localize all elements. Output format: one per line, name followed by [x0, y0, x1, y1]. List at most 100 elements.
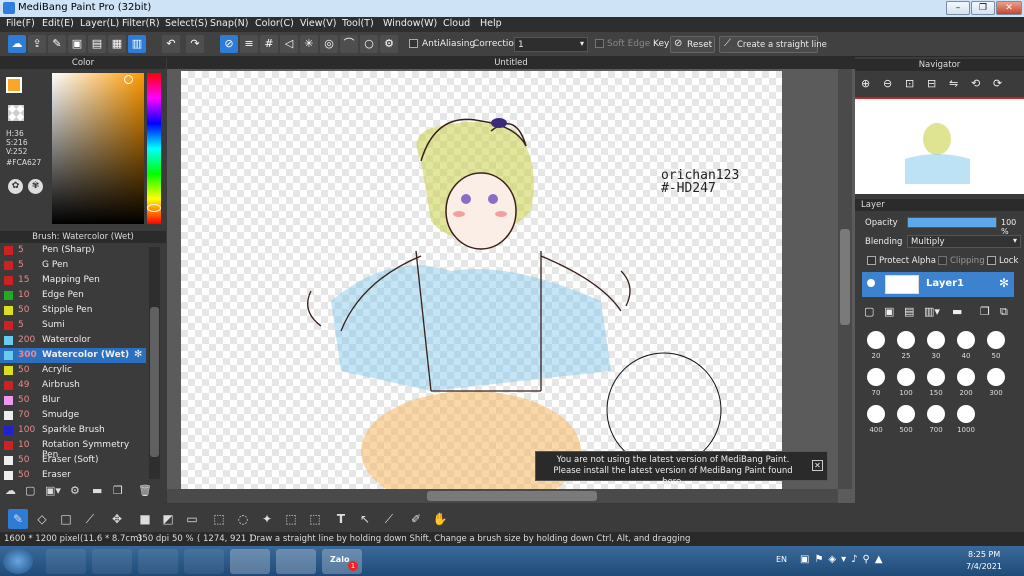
select-tool-icon[interactable]: ⬚ [209, 509, 229, 529]
menu-file[interactable]: File(F) [6, 18, 35, 29]
menu-cloud[interactable]: Cloud [443, 18, 470, 29]
brush-size-dot[interactable] [867, 368, 885, 386]
canvas-tab[interactable]: Untitled [167, 57, 855, 69]
fit-icon[interactable]: ⊡ [905, 77, 914, 90]
select-eraser-tool-icon[interactable]: ⬚ [305, 509, 325, 529]
horizontal-scroll-thumb[interactable] [427, 491, 597, 501]
brush-size-dot[interactable] [987, 368, 1005, 386]
vanishing-snap-icon[interactable]: ◁ [280, 35, 298, 53]
internet-explorer-icon[interactable] [138, 549, 178, 574]
close-button[interactable]: ✕ [996, 1, 1022, 15]
brush-size-dot[interactable] [957, 331, 975, 349]
file-explorer-icon[interactable] [46, 549, 86, 574]
foreground-color-swatch[interactable] [6, 77, 22, 93]
upload-icon[interactable]: ⇪ [28, 35, 46, 53]
layer-visibility-icon[interactable] [867, 279, 875, 287]
brush-list-item[interactable]: 49 Airbrush [0, 378, 146, 393]
brush-size-dot[interactable] [927, 368, 945, 386]
menu-select[interactable]: Select(S) [165, 18, 208, 29]
minimize-button[interactable]: – [946, 1, 970, 15]
brush-list-item[interactable]: 10 Rotation Symmetry Pen [0, 438, 146, 460]
clipping-checkbox[interactable] [938, 256, 947, 265]
menu-window[interactable]: Window(W) [383, 18, 437, 29]
menu-edit[interactable]: Edit(E) [42, 18, 74, 29]
correction-select[interactable]: 1 ▾ [514, 37, 588, 52]
copy-brush-icon[interactable]: ❐ [113, 484, 129, 500]
brush-size-dot[interactable] [927, 405, 945, 423]
media-player-icon[interactable] [92, 549, 132, 574]
zoom-out-icon[interactable]: ⊖ [883, 77, 892, 90]
brush-settings-icon[interactable]: ⚙ [70, 484, 86, 500]
chrome-icon[interactable] [184, 549, 224, 574]
brush-size-dot[interactable] [867, 405, 885, 423]
hue-slider-handle[interactable] [147, 204, 161, 212]
brush-list-item[interactable]: 50 Stipple Pen [0, 303, 146, 318]
brush-list-item[interactable]: 10 Edge Pen [0, 288, 146, 303]
layer-row[interactable]: Layer1 ✻ [862, 272, 1014, 297]
redo-icon[interactable]: ↷ [186, 35, 204, 53]
soft-edge-checkbox[interactable] [595, 39, 604, 48]
brush-size-dot[interactable] [897, 405, 915, 423]
rotate-reset-icon[interactable]: ⟳ [993, 77, 1002, 90]
clock-date[interactable]: 7/4/2021 [966, 562, 1002, 571]
brush-list-item[interactable]: 5 Pen (Sharp) [0, 243, 146, 258]
merge-layer-icon[interactable]: ⧉ [1000, 305, 1008, 319]
menu-snap[interactable]: Snap(N) [210, 18, 248, 29]
brush-list-item[interactable]: 70 Smudge [0, 408, 146, 423]
picker-cursor[interactable] [124, 75, 133, 84]
text-tool-icon[interactable]: T [331, 509, 351, 529]
layer-settings-icon[interactable]: ✻ [999, 276, 1009, 290]
lasso-tool-icon[interactable]: ◌ [233, 509, 253, 529]
material-icon[interactable]: ▣ [68, 35, 86, 53]
gradient-tool-icon[interactable]: ▭ [182, 509, 202, 529]
radial-snap-icon[interactable]: ✳ [300, 35, 318, 53]
page-icon[interactable]: ▤ [88, 35, 106, 53]
paint-task-icon[interactable] [276, 549, 316, 574]
opacity-slider[interactable] [907, 217, 997, 228]
start-button[interactable] [3, 548, 33, 574]
brush-size-dot[interactable] [867, 331, 885, 349]
brush-folder-icon[interactable]: ▬ [92, 484, 108, 500]
clock-time[interactable]: 8:25 PM [968, 550, 1000, 559]
palette-alt-icon[interactable]: ✾ [28, 179, 43, 194]
select-pen-tool-icon[interactable]: ⬚ [281, 509, 301, 529]
maximize-button[interactable]: ❐ [971, 1, 995, 15]
close-notification-icon[interactable]: ✕ [812, 460, 823, 471]
brush-list-item[interactable]: 300 Watercolor (Wet) ✻ [0, 348, 146, 363]
brush-list-item[interactable]: 50 Acrylic [0, 363, 146, 378]
duplicate-layer-icon[interactable]: ❐ [980, 305, 990, 318]
brush-list-item[interactable]: 50 Eraser [0, 468, 146, 481]
new-8bit-layer-icon[interactable]: ▤ [904, 305, 914, 318]
brush-tool-icon[interactable]: ✎ [8, 509, 28, 529]
system-tray[interactable]: ▣⚑◈▾♪⚲▲ [800, 554, 940, 568]
brush-list-item[interactable]: 200 Watercolor [0, 333, 146, 348]
brush-size-dot[interactable] [987, 331, 1005, 349]
brush-list-item[interactable]: 5 Sumi [0, 318, 146, 333]
update-notification[interactable]: You are not using the latest version of … [535, 451, 828, 487]
hand-tool-icon[interactable]: ✋ [430, 509, 450, 529]
hue-slider[interactable] [147, 73, 161, 224]
brush-settings-icon[interactable]: ✻ [134, 349, 142, 360]
dot-tool-icon[interactable]: □ [56, 509, 76, 529]
blending-select[interactable]: Multiply ▾ [907, 235, 1021, 248]
medibang-task-icon[interactable] [230, 549, 270, 574]
zoom-in-icon[interactable]: ⊕ [861, 77, 870, 90]
actual-size-icon[interactable]: ⊟ [927, 77, 936, 90]
add-brush-icon[interactable]: ▣▾ [45, 484, 65, 500]
add-layer-menu-icon[interactable]: ▥▾ [924, 305, 940, 318]
delete-brush-icon[interactable]: 🗑 [138, 484, 154, 500]
brush-list-scrollbar[interactable] [149, 247, 160, 479]
transparent-color-swatch[interactable] [8, 105, 24, 121]
undo-icon[interactable]: ↶ [162, 35, 180, 53]
snap-settings-icon[interactable]: ⚙ [380, 35, 398, 53]
navigator-preview[interactable] [855, 97, 1024, 194]
cloud-icon[interactable]: ☁ [8, 35, 26, 53]
palette-icon[interactable]: ✿ [8, 179, 23, 194]
divide-tool-icon[interactable]: ⟋ [379, 509, 399, 529]
menu-view[interactable]: View(V) [300, 18, 336, 29]
straight-line-button[interactable]: ⟋ Create a straight line [719, 36, 827, 53]
brush-list-item[interactable]: 50 Blur [0, 393, 146, 408]
drawing-canvas[interactable]: orichan123 #-HD247 [181, 71, 782, 511]
brush-list-item[interactable]: 50 Eraser (Soft) [0, 453, 146, 468]
reset-button[interactable]: ⊘ Reset [670, 36, 715, 53]
